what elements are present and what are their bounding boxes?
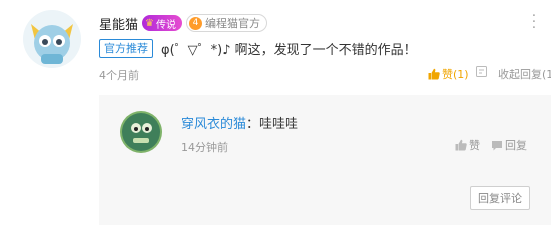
reply-time: 14分钟前 xyxy=(181,141,228,154)
crown-icon: ♛ xyxy=(145,17,154,29)
fold-count: (1) xyxy=(542,67,551,81)
comment-time: 4个月前 xyxy=(99,69,139,82)
collapse-replies-button[interactable] xyxy=(476,66,489,77)
thumbs-up-icon xyxy=(428,68,440,80)
reply-comment-button[interactable]: 回复评论 xyxy=(470,186,530,210)
legend-badge-label: 传说 xyxy=(155,19,176,31)
like-button[interactable]: 赞 (1) xyxy=(428,66,469,82)
reply-text: 哇哇哇 xyxy=(259,117,299,132)
reply-reply-button[interactable]: 回复 xyxy=(491,137,527,153)
comment-text: φ(゜▽゜*)♪ 啊这，发现了一个不错的作品！ xyxy=(161,42,417,58)
reply-author-name[interactable]: 穿风衣的猫 xyxy=(181,113,246,132)
official-badge: 4 编程猫官方 xyxy=(185,14,267,32)
fold-reply-link[interactable]: 收起回复 (1) xyxy=(498,66,551,82)
like-count: (1) xyxy=(453,67,469,81)
legend-badge: ♛ 传说 xyxy=(142,15,182,31)
comment-content: 官方推荐 φ(゜▽゜*)♪ 啊这，发现了一个不错的作品！ xyxy=(99,38,417,58)
comment-header: 星能猫 ♛ 传说 4 编程猫官方 xyxy=(99,13,267,33)
recommend-tag: 官方推荐 xyxy=(99,38,153,58)
reply-like-button[interactable]: 赞 xyxy=(455,137,480,153)
reply-avatar[interactable] xyxy=(120,111,162,153)
avatar[interactable] xyxy=(23,10,81,68)
collapse-icon xyxy=(476,66,487,77)
fold-label: 收起回复 xyxy=(498,68,542,81)
comment-icon xyxy=(492,140,502,150)
author-name[interactable]: 星能猫 xyxy=(99,14,138,33)
like-label: 赞 xyxy=(442,68,453,81)
reply-separator: ： xyxy=(246,117,260,132)
reply-section: 穿风衣的猫 ： 哇哇哇 14分钟前 赞 回复 回复评论 xyxy=(99,95,551,225)
reply-line: 穿风衣的猫 ： 哇哇哇 xyxy=(181,113,298,132)
reply-like-label: 赞 xyxy=(469,139,480,152)
level-icon: 4 xyxy=(188,16,202,30)
thumbs-up-icon xyxy=(455,139,467,151)
more-vertical-icon[interactable]: · · · xyxy=(531,10,537,35)
reply-reply-label: 回复 xyxy=(505,139,527,152)
official-badge-label: 编程猫官方 xyxy=(204,17,260,30)
